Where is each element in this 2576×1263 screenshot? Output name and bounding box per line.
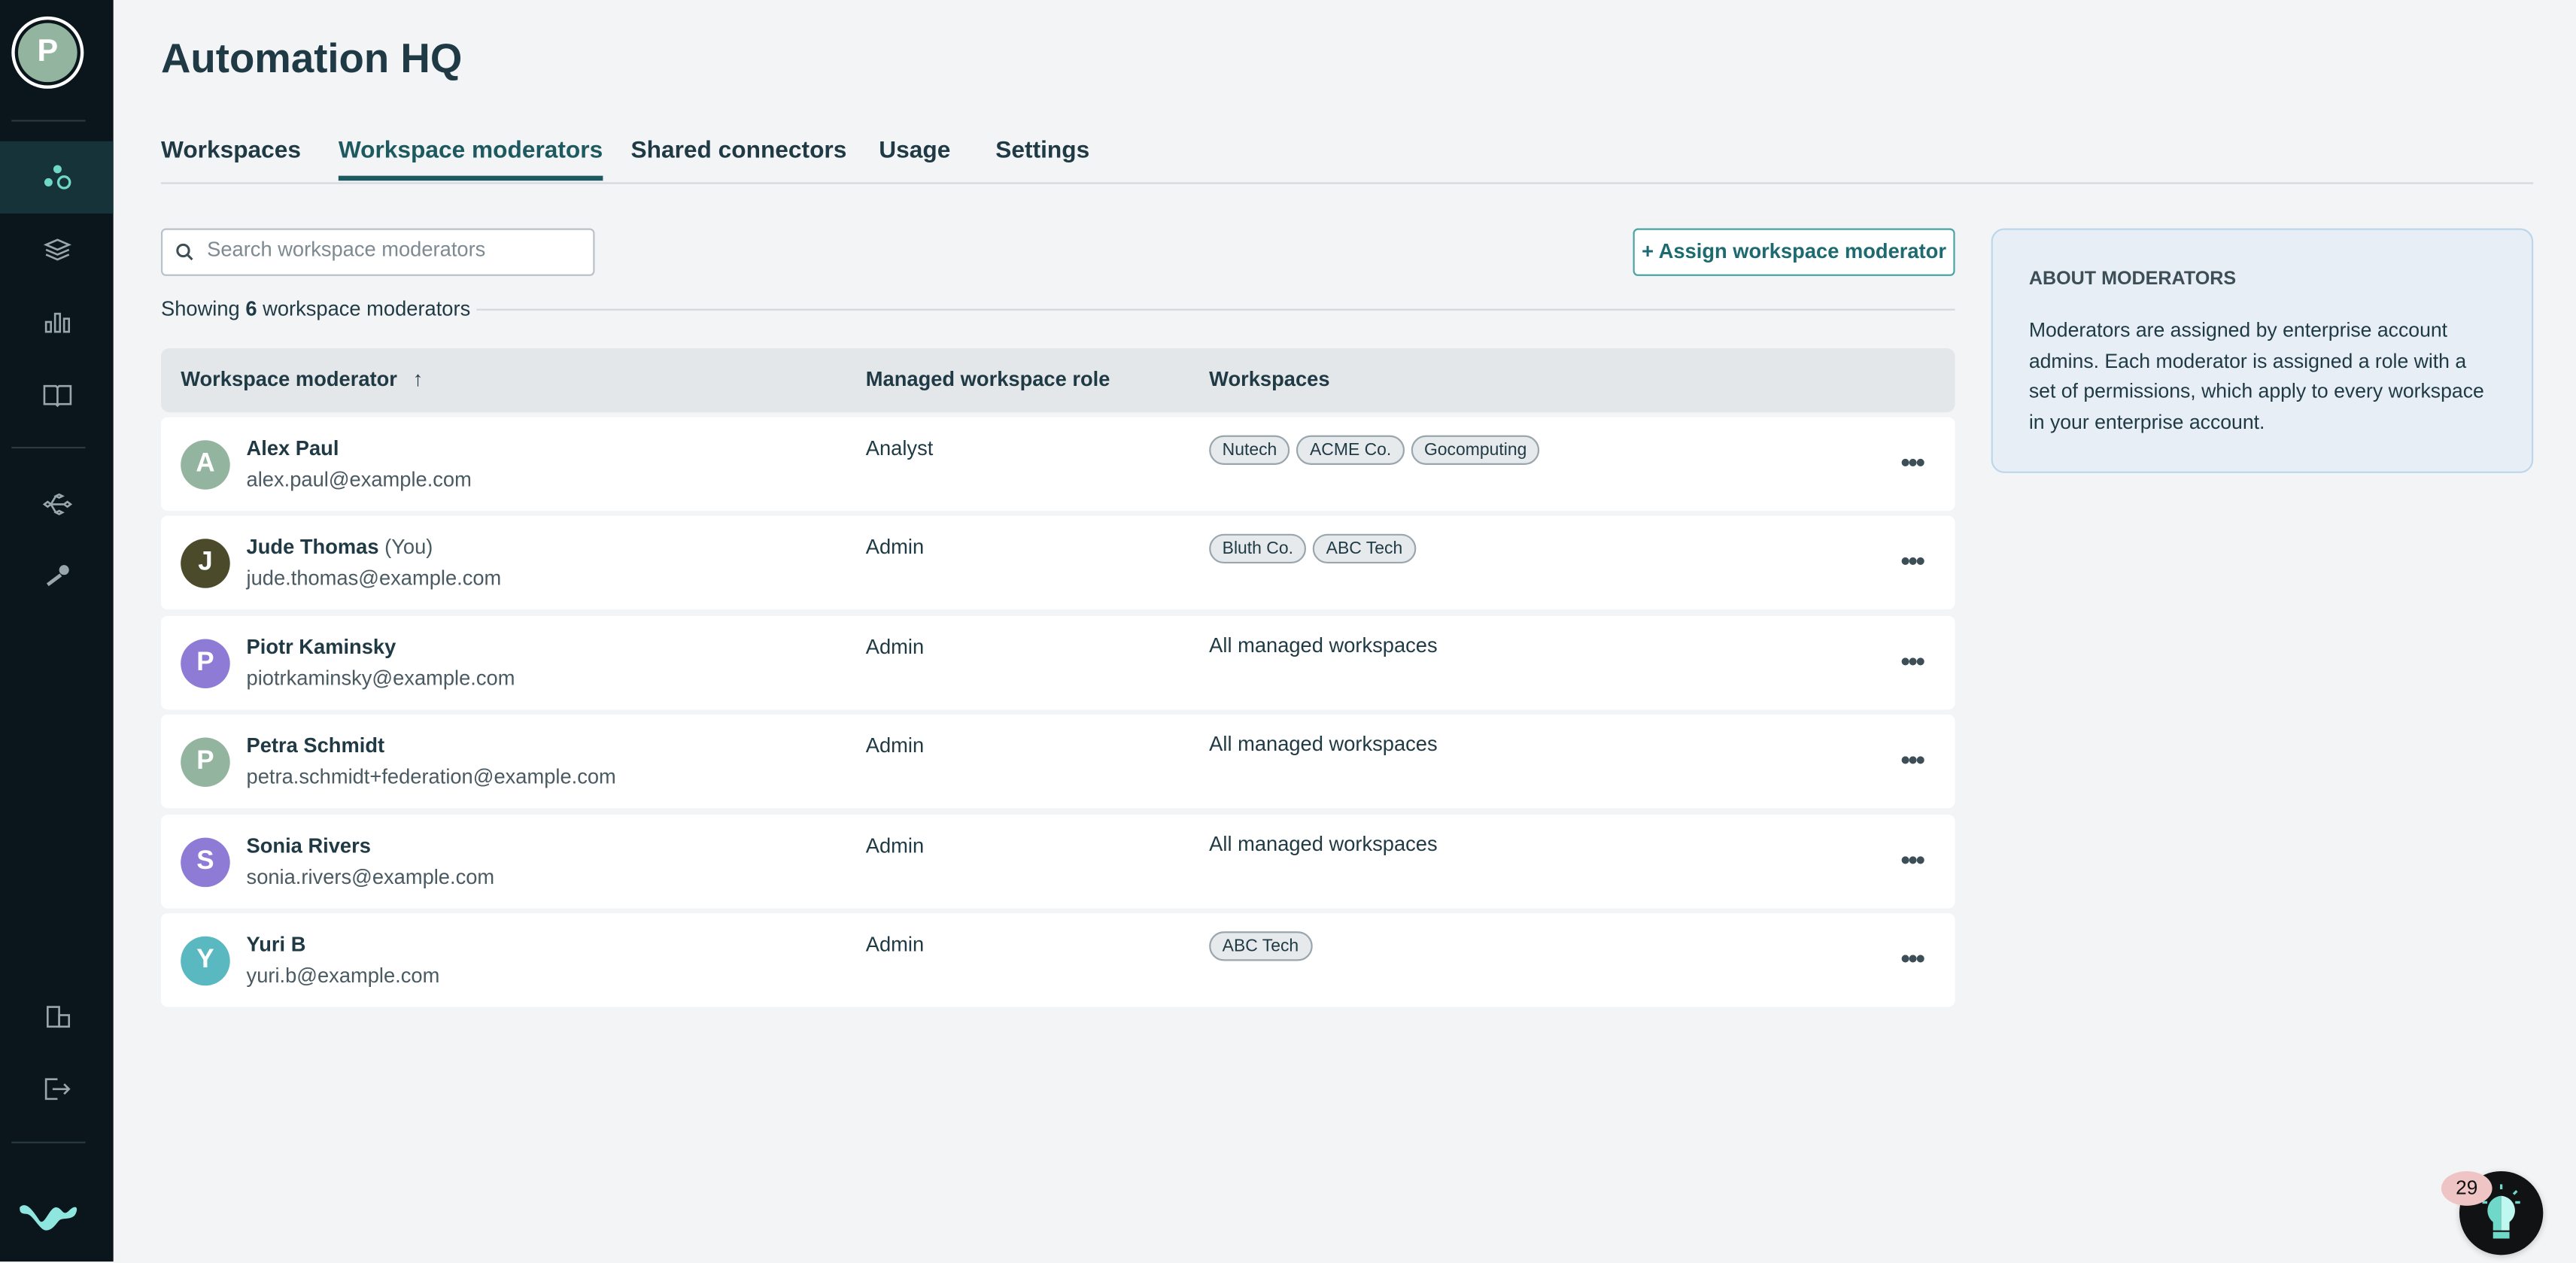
workspaces-cell: ABC Tech	[1209, 931, 1312, 961]
avatar: J	[181, 539, 230, 589]
showing-number: 6	[245, 297, 257, 320]
avatar: S	[181, 836, 230, 887]
table-row[interactable]: Y Yuri B yuri.b@example.com Admin ABC Te…	[160, 913, 1955, 1007]
sidebar: P	[0, 0, 114, 1262]
page-title: Automation HQ	[160, 36, 463, 83]
moderator-role: Admin	[865, 536, 925, 560]
table-row[interactable]: A Alex Paul alex.paul@example.com Analys…	[160, 417, 1955, 512]
sort-ascending-icon[interactable]: ↑	[413, 368, 424, 391]
moderator-email: yuri.b@example.com	[246, 964, 440, 988]
column-label: Workspace moderator	[181, 368, 397, 391]
moderator-email: sonia.rivers@example.com	[246, 864, 495, 888]
workspace-chip: Nutech	[1209, 435, 1290, 465]
column-header-workspaces: Workspaces	[1209, 368, 1330, 391]
tab-settings[interactable]: Settings	[995, 138, 1089, 181]
showing-count: Showing 6 workspace moderators	[161, 297, 470, 320]
workspaces-cell: Bluth Co. ABC Tech	[1209, 534, 1416, 564]
moderator-role: Admin	[865, 734, 925, 758]
moderator-name: Piotr Kaminsky	[247, 636, 396, 659]
notification-count-badge: 29	[2441, 1170, 2492, 1206]
moderator-email: piotrkaminsky@example.com	[246, 666, 515, 690]
tab-usage[interactable]: Usage	[879, 138, 950, 181]
moderator-name: Sonia Rivers	[247, 833, 371, 857]
user-avatar[interactable]: P	[14, 20, 80, 86]
moderators-icon[interactable]	[0, 141, 114, 214]
enterprise-building-icon[interactable]	[0, 981, 114, 1053]
workspaces-text: All managed workspaces	[1209, 733, 1438, 756]
moderator-role: Admin	[865, 635, 925, 659]
name-text: Sonia Rivers	[246, 833, 371, 857]
table-row[interactable]: S Sonia Rivers sonia.rivers@example.com …	[160, 814, 1955, 908]
table-row[interactable]: J Jude Thomas (You) jude.thomas@example.…	[160, 516, 1955, 610]
moderator-name: Alex Paul	[247, 437, 339, 460]
layers-icon[interactable]	[0, 214, 114, 286]
moderator-name: Petra Schmidt	[247, 735, 385, 758]
workspace-chip: ABC Tech	[1209, 931, 1312, 961]
search-box	[160, 228, 595, 276]
about-text: Moderators are assigned by enterprise ac…	[2028, 318, 2484, 433]
moderator-name: Yuri B	[247, 933, 306, 956]
divider	[476, 308, 1955, 311]
workspaces-cell: All managed workspaces	[1209, 633, 1437, 657]
workspaces-cell: All managed workspaces	[1209, 733, 1437, 756]
about-moderators-panel: ABOUT MODERATORS Moderators are assigned…	[1991, 228, 2534, 473]
connectors-icon[interactable]	[0, 468, 114, 540]
brand-logo[interactable]	[17, 1195, 79, 1234]
more-options-icon[interactable]: •••	[1901, 549, 1925, 578]
more-options-icon[interactable]: •••	[1901, 748, 1925, 777]
about-title: ABOUT MODERATORS	[2028, 269, 2237, 290]
tab-shared-connectors[interactable]: Shared connectors	[631, 138, 847, 181]
showing-prefix: Showing	[160, 297, 240, 320]
docs-book-icon[interactable]	[0, 358, 114, 430]
tab-workspace-moderators[interactable]: Workspace moderators	[338, 138, 603, 181]
moderator-email: petra.schmidt+federation@example.com	[246, 765, 616, 789]
more-options-icon[interactable]: •••	[1901, 946, 1925, 976]
name-text: Piotr Kaminsky	[246, 635, 396, 659]
workspace-chip: ABC Tech	[1313, 534, 1416, 564]
more-options-icon[interactable]: •••	[1901, 648, 1925, 678]
workspace-chip: ACME Co.	[1296, 435, 1405, 465]
name-text: Alex Paul	[246, 436, 339, 460]
search-icon	[176, 243, 193, 261]
moderator-role: Admin	[865, 833, 925, 857]
showing-suffix: workspace moderators	[263, 297, 471, 320]
workspace-chip: Bluth Co.	[1209, 534, 1307, 564]
workspaces-cell: All managed workspaces	[1209, 832, 1437, 855]
assign-workspace-moderator-button[interactable]: + Assign workspace moderator	[1633, 228, 1955, 276]
moderator-email: alex.paul@example.com	[246, 468, 472, 491]
avatar: P	[181, 639, 230, 688]
moderator-email: jude.thomas@example.com	[246, 567, 502, 591]
table-row[interactable]: P Piotr Kaminsky piotrkaminsky@example.c…	[160, 615, 1955, 709]
tab-bar: Workspaces Workspace moderators Shared c…	[160, 138, 2534, 184]
workspaces-cell: Nutech ACME Co. Gocomputing	[1209, 435, 1540, 465]
workspaces-text: All managed workspaces	[1209, 832, 1438, 855]
moderator-name: Jude Thomas (You)	[247, 536, 433, 560]
avatar: Y	[181, 936, 230, 986]
table-header: Workspace moderator ↑ Managed workspace …	[160, 348, 1955, 413]
divider	[11, 120, 86, 122]
more-options-icon[interactable]: •••	[1901, 450, 1925, 479]
moderator-role: Analyst	[865, 436, 934, 460]
workspace-chip: Gocomputing	[1411, 435, 1540, 465]
wrench-icon[interactable]	[0, 539, 114, 611]
avatar: P	[181, 737, 230, 788]
logout-icon[interactable]	[0, 1053, 114, 1125]
column-header-role: Managed workspace role	[865, 368, 1110, 391]
avatar: A	[181, 440, 230, 490]
tab-workspaces[interactable]: Workspaces	[161, 138, 301, 181]
more-options-icon[interactable]: •••	[1901, 847, 1925, 876]
you-label: (You)	[384, 536, 433, 560]
name-text: Jude Thomas	[246, 536, 379, 560]
search-input[interactable]	[203, 236, 588, 263]
divider	[11, 446, 86, 449]
moderator-role: Admin	[865, 933, 925, 956]
name-text: Yuri B	[246, 933, 306, 956]
divider	[11, 1141, 86, 1143]
table-row[interactable]: P Petra Schmidt petra.schmidt+federation…	[160, 715, 1955, 809]
analytics-icon[interactable]	[0, 286, 114, 358]
workspaces-text: All managed workspaces	[1209, 633, 1438, 657]
name-text: Petra Schmidt	[246, 734, 385, 758]
column-header-moderator[interactable]: Workspace moderator ↑	[181, 368, 423, 391]
